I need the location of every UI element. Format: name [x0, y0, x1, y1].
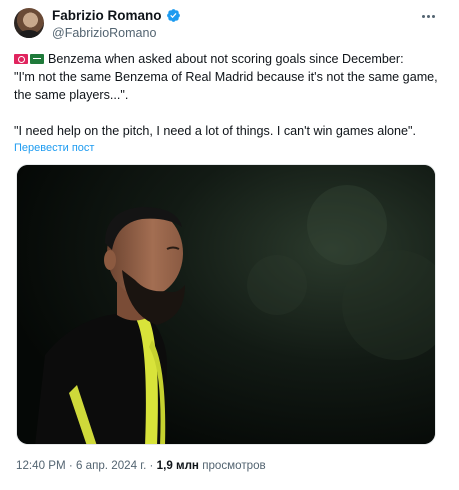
- tweet-line-1: Benzema when asked about not scoring goa…: [14, 50, 446, 68]
- author-row: Fabrizio Romano: [52, 8, 181, 23]
- meta-separator: ·: [68, 459, 73, 472]
- verified-badge-icon: [166, 9, 180, 22]
- views-label: просмотров: [202, 459, 266, 472]
- tweet-text: Benzema when asked about not scoring goa…: [14, 50, 446, 140]
- meta-separator: ·: [149, 459, 154, 472]
- translate-post-link[interactable]: Перевести пост: [14, 142, 94, 154]
- author-name[interactable]: Fabrizio Romano: [52, 8, 162, 23]
- avatar[interactable]: [14, 8, 44, 38]
- tweet-meta: 12:40 PM · 6 апр. 2024 г. · 1,9 млн прос…: [16, 459, 266, 472]
- tweet-photo[interactable]: [16, 164, 436, 445]
- tweet-time[interactable]: 12:40 PM: [16, 459, 66, 472]
- player-photo-illustration: [17, 165, 435, 444]
- views-count[interactable]: 1,9 млн: [157, 459, 199, 472]
- saudi-flag-icon: [30, 54, 44, 64]
- flag-icon: [14, 54, 28, 64]
- tweet-line-2: "I'm not the same Benzema of Real Madrid…: [14, 70, 438, 102]
- author-handle[interactable]: @FabrizioRomano: [52, 26, 156, 40]
- more-options-icon[interactable]: [419, 10, 437, 22]
- tweet-card: Fabrizio Romano @FabrizioRomano Benzema …: [0, 0, 459, 490]
- tweet-line-3: "I need help on the pitch, I need a lot …: [14, 124, 417, 138]
- tweet-date[interactable]: 6 апр. 2024 г.: [76, 459, 146, 472]
